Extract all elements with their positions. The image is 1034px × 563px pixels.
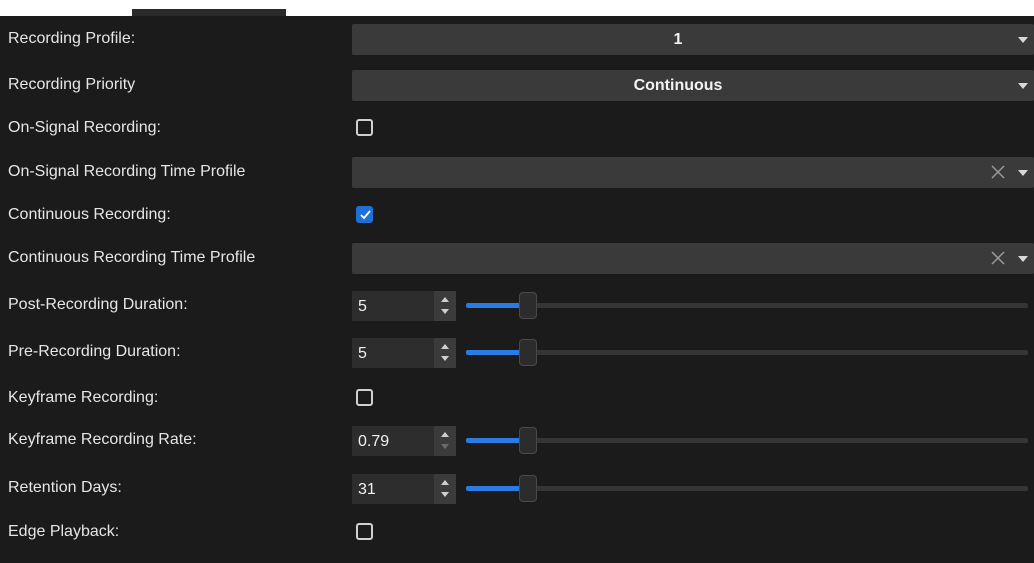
slider-track (466, 303, 1028, 308)
keyframe-recording-rate-input[interactable]: 0.79 (352, 426, 434, 456)
slider-fill (466, 303, 521, 308)
arrow-up-icon[interactable] (441, 297, 449, 302)
pre-recording-duration-label: Pre-Recording Duration: (8, 343, 181, 360)
row-keyframe-recording: Keyframe Recording: (0, 380, 1034, 416)
continuous-recording-checkbox[interactable] (356, 206, 373, 223)
on-signal-recording-checkbox[interactable] (356, 119, 373, 136)
recording-profile-label: Recording Profile: (8, 30, 136, 47)
slider-thumb[interactable] (519, 427, 537, 454)
continuous-time-profile-value (352, 243, 1004, 274)
recording-settings-panel: Recording Profile: 1 Recording Priority … (0, 0, 1034, 563)
retention-days-input[interactable]: 31 (352, 474, 434, 504)
keyframe-recording-rate-value: 0.79 (358, 433, 390, 450)
slider-track (466, 486, 1028, 491)
arrow-up-icon[interactable] (441, 432, 449, 437)
tab-edge (132, 9, 286, 16)
pre-recording-duration-input[interactable]: 5 (352, 338, 434, 368)
arrow-down-icon[interactable] (441, 356, 449, 361)
continuous-recording-label: Continuous Recording: (8, 206, 171, 223)
row-continuous-time-profile: Continuous Recording Time Profile (0, 240, 1034, 276)
keyframe-recording-rate-label: Keyframe Recording Rate: (8, 431, 197, 448)
post-recording-duration-spinner[interactable] (434, 291, 456, 321)
row-keyframe-recording-rate: Keyframe Recording Rate: 0.79 (0, 422, 1034, 458)
on-signal-recording-label: On-Signal Recording: (8, 119, 161, 136)
continuous-time-profile-label: Continuous Recording Time Profile (8, 249, 256, 266)
recording-priority-label: Recording Priority (8, 76, 136, 93)
row-post-recording-duration: Post-Recording Duration: 5 (0, 287, 1034, 323)
chevron-down-icon (1018, 170, 1028, 176)
close-icon[interactable] (988, 248, 1008, 268)
pre-recording-duration-slider[interactable] (466, 334, 1028, 370)
arrow-down-icon[interactable] (441, 309, 449, 314)
slider-thumb[interactable] (519, 339, 537, 366)
recording-priority-select[interactable]: Continuous (352, 70, 1034, 101)
post-recording-duration-slider[interactable] (466, 287, 1028, 323)
row-retention-days: Retention Days: 31 (0, 470, 1034, 506)
on-signal-time-profile-select[interactable] (352, 157, 1034, 188)
keyframe-recording-label: Keyframe Recording: (8, 389, 159, 406)
edge-playback-label: Edge Playback: (8, 523, 120, 540)
retention-days-slider[interactable] (466, 470, 1028, 506)
chevron-down-icon (1018, 256, 1028, 262)
continuous-time-profile-select[interactable] (352, 243, 1034, 274)
slider-thumb[interactable] (519, 292, 537, 319)
row-on-signal-recording: On-Signal Recording: (0, 110, 1034, 146)
top-strip (0, 0, 1034, 16)
pre-recording-duration-spinner[interactable] (434, 338, 456, 368)
arrow-up-icon[interactable] (441, 480, 449, 485)
arrow-down-icon[interactable] (441, 492, 449, 497)
recording-priority-value: Continuous (633, 77, 723, 94)
row-pre-recording-duration: Pre-Recording Duration: 5 (0, 334, 1034, 370)
post-recording-duration-input[interactable]: 5 (352, 291, 434, 321)
arrow-down-icon[interactable] (441, 444, 449, 449)
row-recording-profile: Recording Profile: 1 (0, 21, 1034, 57)
checkmark-icon (360, 210, 371, 220)
close-icon[interactable] (988, 162, 1008, 182)
edge-playback-checkbox[interactable] (356, 523, 373, 540)
on-signal-time-profile-label: On-Signal Recording Time Profile (8, 163, 246, 180)
slider-track (466, 438, 1028, 443)
post-recording-duration-value: 5 (358, 298, 367, 315)
arrow-up-icon[interactable] (441, 344, 449, 349)
chevron-down-icon (1018, 37, 1028, 43)
chevron-down-icon (1018, 83, 1028, 89)
retention-days-spinner[interactable] (434, 474, 456, 504)
slider-thumb[interactable] (519, 475, 537, 502)
pre-recording-duration-value: 5 (358, 345, 367, 362)
slider-fill (466, 486, 521, 491)
slider-fill (466, 438, 521, 443)
retention-days-label: Retention Days: (8, 479, 122, 496)
recording-profile-value: 1 (673, 31, 683, 48)
keyframe-recording-rate-slider[interactable] (466, 422, 1028, 458)
post-recording-duration-label: Post-Recording Duration: (8, 296, 188, 313)
keyframe-recording-checkbox[interactable] (356, 389, 373, 406)
recording-profile-select[interactable]: 1 (352, 24, 1034, 55)
keyframe-recording-rate-spinner[interactable] (434, 426, 456, 456)
row-edge-playback: Edge Playback: (0, 514, 1034, 550)
slider-fill (466, 350, 521, 355)
row-on-signal-time-profile: On-Signal Recording Time Profile (0, 154, 1034, 190)
retention-days-value: 31 (358, 481, 376, 498)
on-signal-time-profile-value (352, 157, 1004, 188)
slider-track (466, 350, 1028, 355)
row-recording-priority: Recording Priority Continuous (0, 67, 1034, 103)
row-continuous-recording: Continuous Recording: (0, 197, 1034, 233)
